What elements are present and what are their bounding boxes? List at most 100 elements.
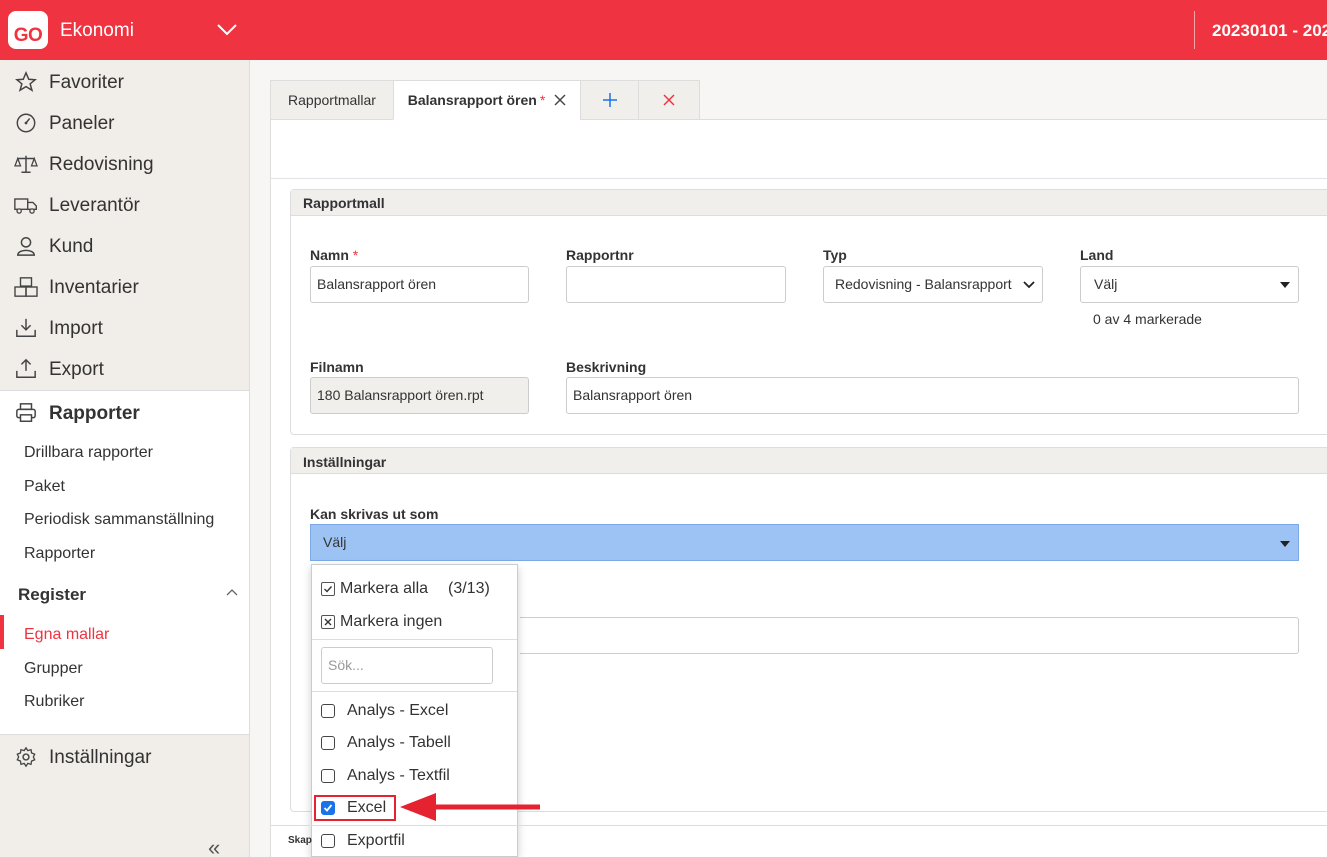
close-all-tabs-button[interactable]	[638, 80, 700, 120]
sidebar-item-paneler[interactable]: Paneler	[0, 103, 249, 143]
chevron-down-icon[interactable]	[216, 22, 238, 38]
chevron-up-icon[interactable]	[225, 588, 239, 598]
checkbox[interactable]	[321, 736, 335, 750]
sidebar: Favoriter Paneler Redovisning Leverantör…	[0, 60, 250, 857]
sidebar-item-rapporter[interactable]: Rapporter	[0, 393, 249, 433]
namn-label: Namn *	[310, 247, 358, 263]
add-tab-button[interactable]	[580, 80, 639, 120]
sidebar-item-label: Inventarier	[49, 277, 139, 298]
kan-skrivas-value: Välj	[323, 534, 347, 550]
sidebar-item-installningar[interactable]: Inställningar	[0, 737, 249, 777]
sidebar-item-favoriter[interactable]: Favoriter	[0, 62, 249, 102]
required-marker: *	[352, 247, 359, 263]
period-selector[interactable]: 20230101 - 2023	[1212, 21, 1327, 41]
typ-label: Typ	[823, 247, 847, 263]
section-header: Rapportmall	[291, 190, 1327, 216]
rapportnr-field[interactable]	[566, 266, 786, 303]
sidebar-item-leverantor[interactable]: Leverantör	[0, 185, 249, 225]
namn-field[interactable]: Balansrapport ören	[310, 266, 529, 303]
sidebar-subitem-drillbara[interactable]: Drillbara rapporter	[24, 444, 153, 462]
filnamn-field: 180 Balansrapport ören.rpt	[310, 377, 529, 414]
sidebar-item-inventarier[interactable]: Inventarier	[0, 267, 249, 307]
printer-icon	[14, 402, 38, 424]
select-all-button[interactable]: Markera alla	[321, 580, 428, 598]
sidebar-item-label: Paneler	[49, 113, 115, 134]
divider	[312, 639, 517, 640]
sidebar-item-import[interactable]: Import	[0, 308, 249, 348]
toolbar-divider	[270, 178, 1327, 179]
gauge-icon	[14, 112, 38, 134]
tab-balansrapport[interactable]: Balansrapport ören *	[393, 80, 581, 120]
sidebar-subitem-rubriker[interactable]: Rubriker	[24, 693, 84, 711]
checkmark-icon	[321, 582, 335, 596]
truck-icon	[14, 194, 38, 216]
close-tab-icon[interactable]	[554, 94, 566, 106]
plus-icon	[602, 93, 617, 107]
option-analys-textfil[interactable]: Analys - Textfil	[321, 767, 450, 785]
sidebar-subitem-periodisk[interactable]: Periodisk sammanställning	[24, 511, 214, 529]
filnamn-label: Filnamn	[310, 359, 364, 375]
land-select[interactable]: Välj	[1080, 266, 1299, 303]
kan-skrivas-select[interactable]: Välj	[310, 524, 1299, 561]
sidebar-item-redovisning[interactable]: Redovisning	[0, 144, 249, 184]
footer-text: Skap	[288, 835, 312, 846]
sidebar-item-label: Leverantör	[49, 195, 140, 216]
sidebar-register-header[interactable]: Register	[18, 585, 86, 605]
selection-count: (3/13)	[448, 580, 490, 597]
typ-select[interactable]: Redovisning - Balansrapport	[823, 266, 1043, 303]
option-label: Analys - Excel	[347, 702, 449, 719]
option-label: Exportfil	[347, 832, 405, 849]
sidebar-item-label: Redovisning	[49, 154, 154, 175]
x-icon	[321, 615, 335, 629]
caret-down-icon	[1280, 541, 1290, 547]
sidebar-item-label: Inställningar	[49, 747, 152, 768]
sidebar-item-label: Export	[49, 359, 104, 380]
unsaved-marker: *	[539, 92, 546, 108]
sidebar-item-export[interactable]: Export	[0, 349, 249, 389]
checkbox[interactable]	[321, 834, 335, 848]
sidebar-section-title: Rapporter	[49, 403, 140, 424]
option-exportfil[interactable]: Exportfil	[321, 832, 405, 850]
gear-icon	[14, 746, 38, 768]
divider	[312, 691, 517, 692]
collapse-sidebar-icon[interactable]: «	[208, 835, 220, 857]
sidebar-subitem-grupper[interactable]: Grupper	[24, 660, 83, 678]
background-field[interactable]	[520, 617, 1299, 654]
sidebar-subitem-paket[interactable]: Paket	[24, 478, 65, 496]
go-logo[interactable]: GO	[8, 11, 48, 49]
beskrivning-label: Beskrivning	[566, 359, 647, 375]
import-icon	[14, 317, 38, 339]
checkbox[interactable]	[321, 769, 335, 783]
tab-label: Rapportmallar	[288, 92, 376, 108]
beskrivning-field[interactable]: Balansrapport ören	[566, 377, 1299, 414]
app-title[interactable]: Ekonomi	[60, 20, 134, 42]
section-header: Inställningar	[291, 448, 1327, 474]
land-value: Välj	[1094, 276, 1118, 292]
active-indicator	[0, 615, 4, 649]
option-label: Analys - Textfil	[347, 767, 450, 784]
sidebar-subitem-rapporter[interactable]: Rapporter	[24, 545, 95, 563]
checkbox[interactable]	[321, 704, 335, 718]
dropdown-search-input[interactable]: Sök...	[321, 647, 493, 684]
namn-label-text: Namn	[310, 247, 349, 263]
land-count-hint: 0 av 4 markerade	[1093, 311, 1202, 327]
rapportnr-label: Rapportnr	[566, 247, 634, 263]
option-analys-tabell[interactable]: Analys - Tabell	[321, 734, 451, 752]
export-icon	[14, 358, 38, 380]
land-label: Land	[1080, 247, 1114, 263]
typ-value: Redovisning - Balansrapport	[835, 276, 1012, 292]
caret-down-icon	[1280, 282, 1290, 288]
select-all-label: Markera alla	[340, 580, 429, 597]
highlight-box	[314, 795, 396, 821]
kan-skrivas-label: Kan skrivas ut som	[310, 506, 439, 522]
sidebar-subitem-egna-mallar[interactable]: Egna mallar	[24, 626, 109, 644]
annotation-arrow-icon	[400, 793, 540, 821]
sidebar-item-label: Import	[49, 318, 103, 339]
sidebar-section-rapporter: Rapporter Drillbara rapporter Paket Peri…	[0, 390, 249, 735]
select-none-button[interactable]: Markera ingen	[321, 613, 442, 631]
sidebar-item-kund[interactable]: Kund	[0, 226, 249, 266]
user-icon	[14, 235, 38, 257]
option-analys-excel[interactable]: Analys - Excel	[321, 702, 448, 720]
sidebar-item-label: Favoriter	[49, 72, 124, 93]
tab-rapportmallar[interactable]: Rapportmallar	[270, 80, 394, 120]
